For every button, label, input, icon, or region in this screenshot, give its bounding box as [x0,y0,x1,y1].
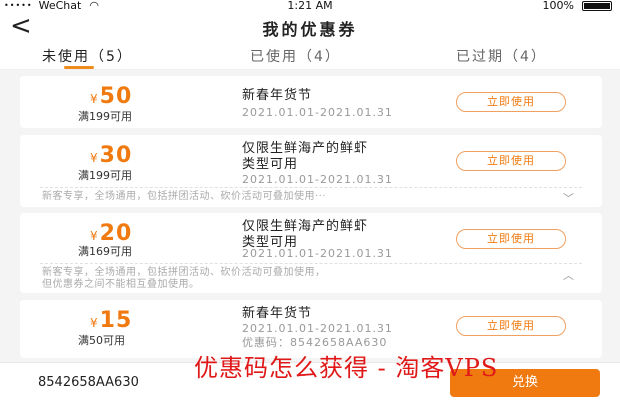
battery-icon [582,1,612,11]
use-now-button[interactable]: 立即使用 [456,92,566,112]
coupon-title-line: 仅限生鲜海产的鲜虾 [242,141,369,156]
currency-symbol: ¥ [90,92,98,106]
coupon-date: 2021.01.01-2021.01.31 [242,247,393,260]
status-bar: ••••• WeChat ◠ 1:21 AM 100% [0,0,620,12]
page-title: 我的优惠券 [262,20,358,39]
coupon-card: ¥ 20 满169可用 仅限生鲜海产的鲜虾 类型可用 2021.01.01-20… [20,213,602,293]
coupon-condition: 满199可用 [78,169,132,182]
card-divider [40,263,582,264]
nav-header: < 我的优惠券 [0,12,620,42]
watermark-text: 优惠码怎么获得 - 淘客VPS [194,354,499,382]
tab-expired[interactable]: 已过期（4） [456,46,547,66]
coupon-description: 新客专享，全场通用，包括拼团活动、砍价活动可叠加使用， 但优惠券之间不能相互叠加… [42,267,542,291]
coupon-amount: ¥ 50 [90,84,132,109]
currency-symbol: ¥ [90,316,98,330]
use-now-button[interactable]: 立即使用 [456,229,566,249]
coupon-condition: 满50可用 [78,334,125,347]
coupon-date: 2021.01.01-2021.01.31 [242,106,393,119]
coupon-amount: ¥ 15 [90,308,132,333]
chevron-up-icon[interactable]: ︿ [563,267,574,283]
coupon-condition: 满169可用 [78,245,132,258]
use-now-button[interactable]: 立即使用 [456,316,566,336]
status-right: 100% [543,0,612,12]
active-tab-indicator [64,66,94,69]
coupon-tabs: 未使用（5） 已使用（4） 已过期（4） [0,42,620,70]
coupon-card: ¥ 50 满199可用 新春年货节 2021.01.01-2021.01.31 … [20,76,602,128]
coupon-title: 仅限生鲜海产的鲜虾 类型可用 [242,141,368,173]
currency-symbol: ¥ [90,229,98,243]
coupon-date: 2021.01.01-2021.01.31 [242,173,393,186]
amount-value: 50 [99,84,133,109]
coupon-condition: 满199可用 [78,110,132,123]
coupon-title-line: 类型可用 [242,157,299,172]
coupon-title-line: 仅限生鲜海产的鲜虾 [242,219,369,234]
battery-percent: 100% [542,0,574,12]
amount-value: 15 [99,308,133,333]
coupon-description: 新客专享，全场通用，包括拼团活动、砍价活动可叠加使用··· [42,191,327,202]
tab-used[interactable]: 已使用（4） [250,46,341,66]
coupon-code-input[interactable] [14,370,204,394]
tab-unused[interactable]: 未使用（5） [42,46,133,66]
currency-symbol: ¥ [90,151,98,165]
status-time: 1:21 AM [287,0,333,12]
description-line: 新客专享，全场通用，包括拼团活动、砍价活动可叠加使用， [42,267,326,278]
use-now-button[interactable]: 立即使用 [456,151,566,171]
coupon-title: 新春年货节 [242,88,313,103]
coupon-card: ¥ 30 满199可用 仅限生鲜海产的鲜虾 类型可用 2021.01.01-20… [20,135,602,207]
chevron-down-icon[interactable]: ﹀ [563,190,574,206]
coupon-amount: ¥ 30 [90,143,132,168]
card-divider [40,187,582,188]
description-line: 但优惠券之间不能相互叠加使用。 [42,279,200,290]
coupon-title: 新春年货节 [242,306,313,321]
amount-value: 30 [99,143,133,168]
